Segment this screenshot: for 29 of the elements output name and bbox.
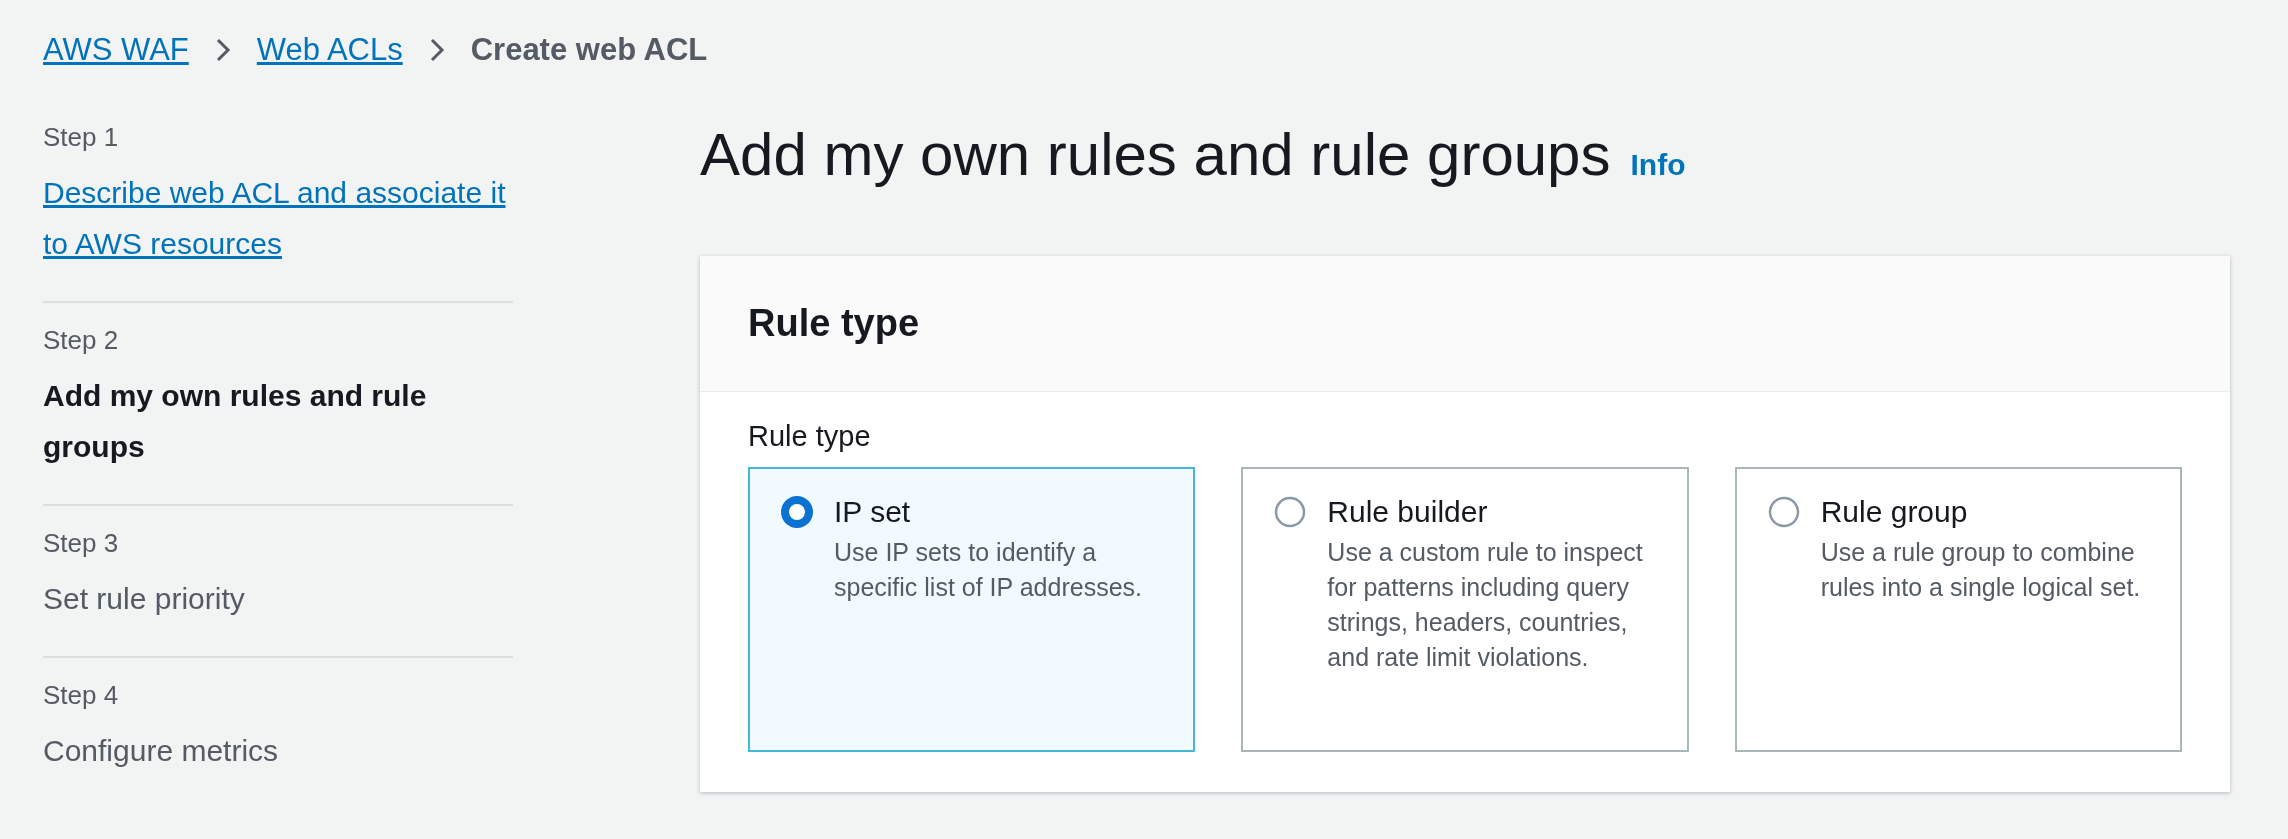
radio-button-icon[interactable] [1273,495,1308,529]
step-number: Step 2 [43,325,120,356]
step-title: Set rule priority [43,581,246,617]
breadcrumb-current: Create web ACL [470,32,708,68]
step-link[interactable]: Describe web ACL and associate it to AWS resources [43,167,513,269]
step-title: Configure metrics [43,733,280,769]
option-label: IP set [834,495,912,529]
field-label: Rule type [748,420,872,453]
panel-title: Rule type [748,302,920,345]
option-description: Use a custom rule to inspect for patterns including query strings, headers, countries, and rate limit violations. [1327,537,1644,673]
option-description: Use IP sets to identify a specific list of IP addresses. [834,537,1143,603]
page-title: Add my own rules and rule groups [700,120,1611,189]
step-number: Step 4 [43,680,120,711]
step-number: Step 3 [43,528,120,559]
chevron-right-icon [428,36,445,64]
option-description: Use a rule group to combine rules into a single logical set. [1820,537,2142,603]
step-title: Add my own rules and rule groups [43,378,428,465]
option-label: Rule group [1820,495,1969,529]
breadcrumb-link[interactable]: AWS WAF [43,32,189,68]
radio-button-icon[interactable] [780,495,814,529]
info-link[interactable]: Info [1630,148,1686,182]
rule-type-option[interactable]: Rule group Use a rule group to combine rules into a single logical set. [1734,467,2182,752]
rule-type-option[interactable]: Rule builder Use a custom rule to inspect for patterns including query strings, headers, countries, and rate limit violations. [1241,467,1689,752]
rule-type-option[interactable]: IP set Use IP sets to identify a specific list of IP addresses. [748,467,1196,752]
chevron-right-icon [214,36,231,64]
breadcrumb-link[interactable]: Web ACLs [256,32,403,68]
option-label: Rule builder [1327,495,1489,529]
step-number: Step 1 [43,122,120,153]
radio-button-icon[interactable] [1766,495,1801,529]
